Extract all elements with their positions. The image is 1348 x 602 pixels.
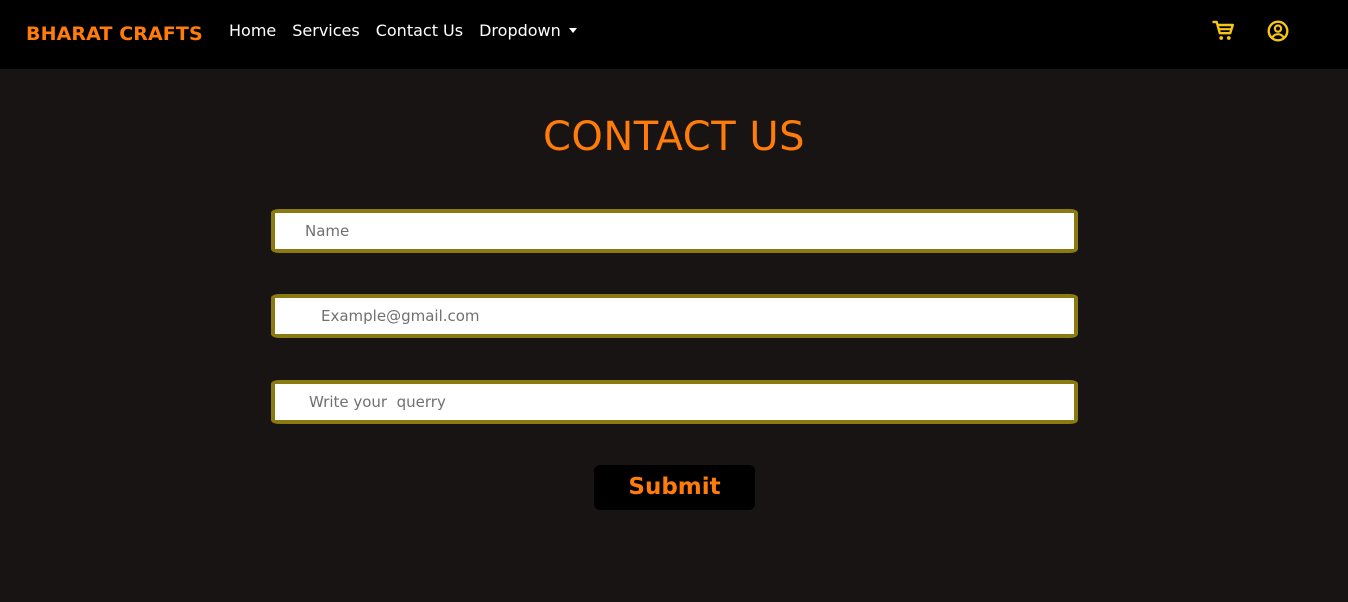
navbar: BHARAT CRAFTS Home Services Contact Us D…: [0, 0, 1348, 69]
nav-link-contact-us[interactable]: Contact Us: [376, 20, 463, 42]
shopping-cart-icon: [1212, 20, 1234, 40]
cart-button[interactable]: [1212, 19, 1236, 43]
email-input[interactable]: [275, 298, 1074, 334]
name-input[interactable]: [275, 213, 1074, 249]
query-field-frame: [271, 380, 1078, 424]
page-title: CONTACT US: [542, 114, 806, 160]
user-account-button[interactable]: [1266, 19, 1290, 43]
user-circle-icon: [1267, 20, 1289, 42]
nav-link-home[interactable]: Home: [229, 20, 276, 42]
nav-link-services[interactable]: Services: [292, 20, 359, 42]
nav-dropdown-toggle[interactable]: Dropdown: [479, 20, 577, 42]
query-input[interactable]: [275, 384, 1074, 420]
nav-dropdown-label: Dropdown: [479, 21, 561, 40]
name-field-frame: [271, 209, 1078, 253]
nav-links: Home Services Contact Us Dropdown: [229, 20, 577, 42]
email-field-frame: [271, 294, 1078, 338]
submit-button[interactable]: Submit: [594, 465, 755, 510]
caret-down-icon: [568, 27, 577, 33]
brand-logo[interactable]: BHARAT CRAFTS: [26, 22, 203, 46]
